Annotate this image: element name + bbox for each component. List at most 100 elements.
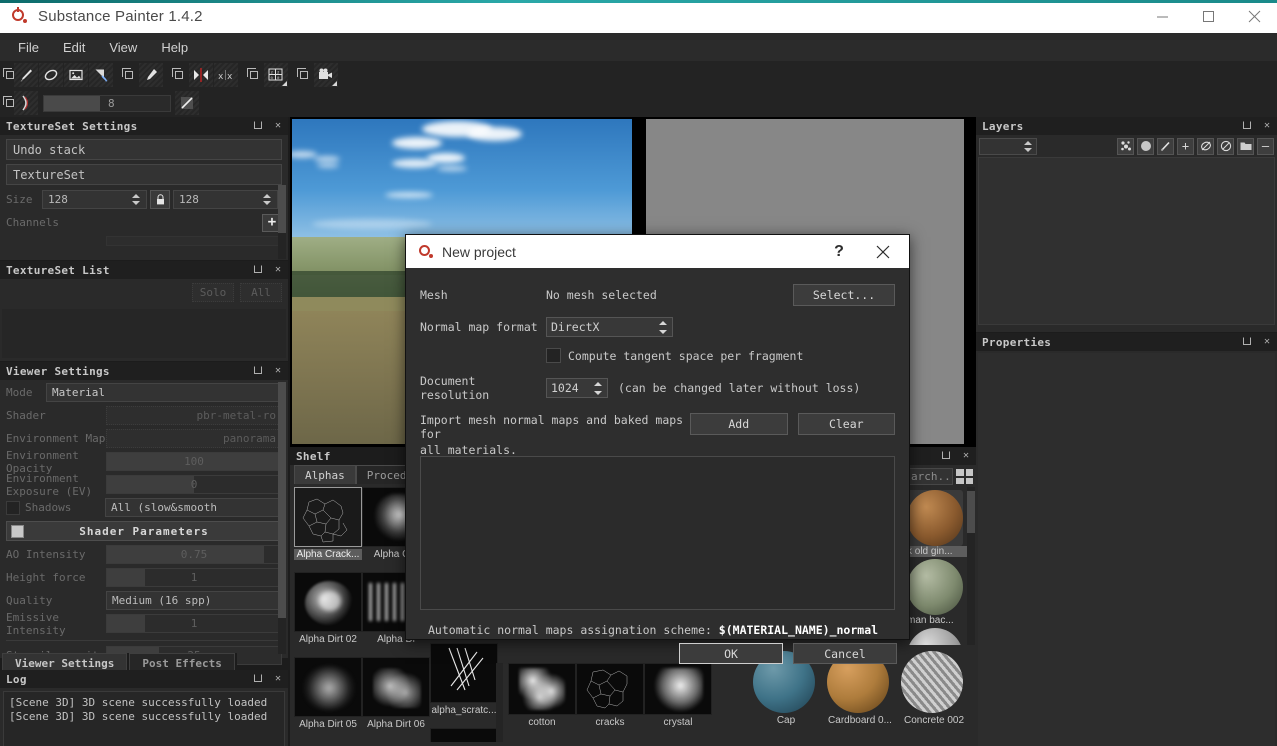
menu-edit[interactable]: Edit (51, 37, 97, 58)
camera-icon[interactable] (314, 63, 338, 87)
close-panel-icon[interactable]: ✕ (272, 672, 284, 686)
textureset-list-body[interactable] (2, 309, 286, 358)
textureset-settings-scrollbar[interactable] (278, 185, 286, 259)
menu-view[interactable]: View (97, 37, 149, 58)
environment-map-select[interactable]: panorama (106, 429, 282, 448)
mask-icon[interactable] (1197, 138, 1214, 155)
paint-brush-icon[interactable] (14, 63, 38, 87)
properties-body[interactable] (978, 353, 1275, 746)
brush-size-slider[interactable]: 8 (43, 95, 171, 112)
blend-mode-spinner-icon[interactable] (1022, 139, 1033, 154)
shelf-item[interactable] (430, 728, 498, 742)
toolbar-handle-5-icon[interactable] (289, 63, 313, 87)
size-width-spinner-icon[interactable] (130, 192, 141, 207)
close-panel-icon[interactable]: ✕ (960, 449, 972, 463)
shelf-item[interactable]: Alpha Dirt 06 (362, 657, 430, 730)
menu-help[interactable]: Help (149, 37, 200, 58)
folder-icon[interactable] (1237, 138, 1254, 155)
toolbar-handle-2-icon[interactable] (114, 63, 138, 87)
ok-button[interactable]: OK (679, 643, 783, 664)
emissive-intensity-slider[interactable]: 1 (106, 614, 282, 633)
new-project-dialog[interactable]: New project ? Mesh No mesh selected Sele… (405, 234, 910, 640)
shelf-item[interactable]: crystal (644, 663, 712, 728)
symmetry-icon[interactable] (189, 63, 213, 87)
shader-parameters-checkbox[interactable] (11, 525, 24, 538)
blend-mode-select[interactable] (979, 138, 1037, 155)
dialog-close-button[interactable] (861, 235, 905, 268)
add-layer-icon[interactable]: + (1177, 138, 1194, 155)
log-body[interactable]: [Scene 3D] 3D scene successfully loaded … (3, 691, 285, 746)
brush-curve-icon[interactable] (175, 91, 199, 115)
material-item[interactable]: k old gin... (907, 490, 974, 557)
document-resolution-select[interactable]: 1024 (546, 378, 608, 398)
size-height-spinner-icon[interactable] (261, 192, 272, 207)
shelf-inner-scrollbar[interactable] (496, 663, 503, 742)
shelf-item[interactable]: Alpha Crack... (294, 487, 362, 560)
material-item[interactable]: Concrete 002 (901, 651, 967, 726)
undo-stack-field[interactable]: Undo stack (6, 139, 282, 160)
additional-maps-field[interactable] (106, 236, 282, 246)
shelf-item[interactable]: Alpha Dirt 05 (294, 657, 362, 730)
brush-toolbar-drag-handle-icon[interactable] (0, 90, 14, 116)
close-panel-icon[interactable]: ✕ (272, 364, 284, 378)
projection-icon[interactable] (64, 63, 88, 87)
environment-exposure-slider[interactable]: 0 (106, 475, 282, 494)
cancel-button[interactable]: Cancel (793, 643, 897, 664)
shelf-item[interactable]: cracks (576, 663, 644, 728)
clear-maps-button[interactable]: Clear (798, 413, 896, 435)
maximize-button[interactable] (1185, 0, 1231, 33)
material-search-input[interactable]: arch... (907, 468, 953, 485)
float-panel-icon[interactable] (252, 672, 264, 686)
viewer-settings-scrollbar[interactable] (278, 382, 286, 654)
paint-layer-icon[interactable] (1157, 138, 1174, 155)
brush-preview-icon[interactable] (14, 91, 38, 115)
quality-select[interactable]: Medium (16 spp) (106, 591, 282, 610)
mode-select[interactable]: Material (46, 383, 282, 402)
solo-button[interactable]: Solo (192, 283, 234, 302)
xx-icon[interactable]: xx (214, 63, 238, 87)
float-panel-icon[interactable] (1241, 335, 1253, 349)
float-panel-icon[interactable] (252, 364, 264, 378)
ao-intensity-slider[interactable]: 0.75 (106, 545, 282, 564)
shelf-item[interactable]: cotton (508, 663, 576, 728)
effects-icon[interactable] (1217, 138, 1234, 155)
all-button[interactable]: All (240, 283, 282, 302)
fill-layer-icon[interactable] (1137, 138, 1154, 155)
close-panel-icon[interactable]: ✕ (272, 263, 284, 277)
float-panel-icon[interactable] (252, 119, 264, 133)
size-width-input[interactable]: 128 (42, 190, 147, 209)
normal-map-format-select[interactable]: DirectX (546, 317, 673, 337)
imported-maps-list[interactable] (420, 456, 895, 610)
eraser-icon[interactable] (39, 63, 63, 87)
size-lock-icon[interactable] (150, 190, 170, 209)
material-item[interactable]: man bac... (907, 559, 974, 626)
particles-icon[interactable] (1117, 138, 1134, 155)
shadows-checkbox[interactable] (6, 501, 20, 515)
height-force-slider[interactable]: 1 (106, 568, 282, 587)
dialog-help-button[interactable]: ? (817, 235, 861, 268)
fill-icon[interactable] (89, 63, 113, 87)
shelf-item[interactable]: alpha_scratc... (430, 643, 498, 716)
document-resolution-spinner-icon[interactable] (593, 381, 603, 396)
layers-list[interactable] (978, 157, 1275, 325)
close-button[interactable] (1231, 0, 1277, 33)
size-height-input[interactable]: 128 (173, 190, 278, 209)
float-panel-icon[interactable] (940, 449, 952, 463)
float-panel-icon[interactable] (252, 263, 264, 277)
toolbar-handle-4-icon[interactable] (239, 63, 263, 87)
environment-opacity-slider[interactable]: 100 (106, 452, 282, 471)
toolbar-handle-3-icon[interactable] (164, 63, 188, 87)
shader-select[interactable]: pbr-metal-ro (106, 406, 282, 425)
shelf-tab-alphas[interactable]: Alphas (294, 465, 356, 484)
delete-layer-icon[interactable]: – (1257, 138, 1274, 155)
close-panel-icon[interactable]: ✕ (1261, 335, 1273, 349)
minimize-button[interactable] (1139, 0, 1185, 33)
eyedropper-icon[interactable] (139, 63, 163, 87)
close-panel-icon[interactable]: ✕ (1261, 119, 1273, 133)
shadows-select[interactable]: All (slow&smooth (105, 498, 282, 517)
normal-map-format-spinner-icon[interactable] (658, 320, 668, 335)
compute-tangent-checkbox[interactable] (546, 348, 561, 363)
shader-parameters-section-header[interactable]: Shader Parameters (6, 521, 282, 541)
material-selection-icon[interactable]: 2200 (264, 63, 288, 87)
menu-file[interactable]: File (6, 37, 51, 58)
